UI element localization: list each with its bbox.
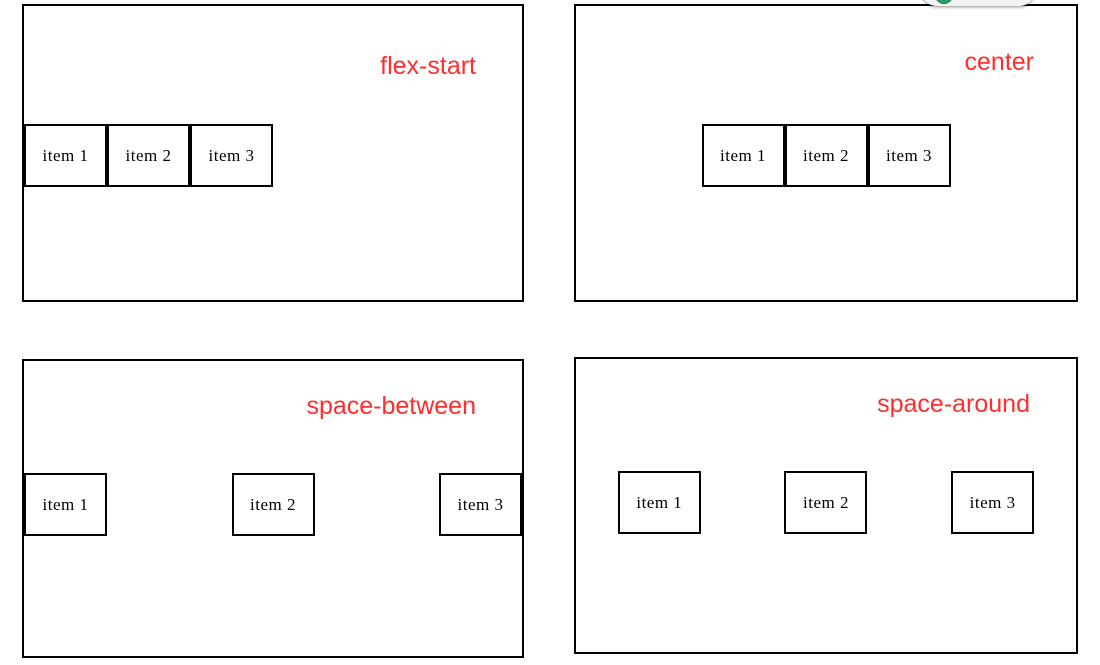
flex-container-space-between: space-between item 1 item 2 item 3 [22, 359, 524, 658]
flex-container-center: center item 1 item 2 item 3 [574, 4, 1078, 302]
flex-item[interactable]: item 1 [24, 473, 107, 536]
flex-item[interactable]: item 2 [784, 471, 868, 534]
flex-row-space-around: item 1 item 2 item 3 [576, 471, 1076, 534]
panel-label-center: center [964, 48, 1034, 76]
panel-label-space-around: space-around [877, 390, 1030, 418]
flex-row-flex-start: item 1 item 2 item 3 [24, 124, 522, 187]
panel-label-flex-start: flex-start [380, 52, 476, 80]
flex-item[interactable]: item 3 [190, 124, 273, 187]
flex-item[interactable]: item 3 [439, 473, 522, 536]
flex-item[interactable]: item 3 [951, 471, 1035, 534]
status-indicator-icon [936, 0, 952, 3]
flex-row-space-between: item 1 item 2 item 3 [24, 473, 522, 536]
flex-item[interactable]: item 3 [867, 124, 951, 187]
flex-item[interactable]: item 2 [231, 473, 315, 536]
page-stage: flex-start item 1 item 2 item 3 center i… [0, 0, 1100, 665]
flex-item[interactable]: item 1 [701, 124, 785, 187]
flex-container-flex-start: flex-start item 1 item 2 item 3 [22, 4, 524, 302]
flex-container-space-around: space-around item 1 item 2 item 3 [574, 357, 1078, 654]
flex-item[interactable]: item 2 [784, 124, 868, 187]
panel-label-space-between: space-between [306, 392, 476, 420]
flex-item[interactable]: item 2 [107, 124, 190, 187]
flex-item[interactable]: item 1 [617, 471, 701, 534]
flex-item[interactable]: item 1 [24, 124, 107, 187]
flex-row-center: item 1 item 2 item 3 [576, 124, 1076, 187]
floating-status-pill[interactable] [922, 0, 1034, 6]
flexbox-demo-grid: flex-start item 1 item 2 item 3 center i… [0, 0, 1100, 665]
